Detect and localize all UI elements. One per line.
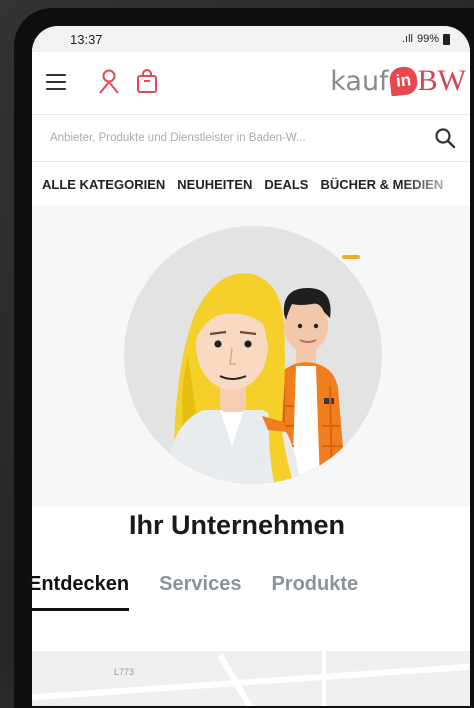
map-road (322, 651, 326, 706)
signal-icon: .ıll (401, 33, 413, 45)
confetti-decoration (342, 255, 360, 259)
people-illustration (164, 273, 346, 484)
category-item-alle-kategorien[interactable]: ALLE KATEGORIEN (42, 177, 165, 192)
tab-bar: Entdecken Services Produkte (28, 573, 358, 611)
tab-entdecken[interactable]: Entdecken (28, 573, 130, 611)
search-icon[interactable] (434, 127, 456, 149)
logo-text-in: in (388, 65, 419, 97)
page-title: Ihr Unternehmen (128, 510, 346, 540)
tab-produkte[interactable]: Produkte (271, 573, 358, 611)
app-header: kauf in BW (32, 52, 470, 114)
hamburger-menu-icon[interactable] (46, 74, 66, 90)
map-road-label: L773 (114, 667, 135, 677)
shopping-bag-icon[interactable] (136, 68, 158, 94)
logo-text-kauf: kauf (330, 65, 389, 97)
kaufinbw-logo[interactable]: kauf in BW (330, 64, 466, 98)
user-icon[interactable] (98, 68, 120, 94)
map-preview[interactable]: L773 (32, 651, 470, 706)
status-right: .ıll 99% (402, 33, 450, 45)
status-bar: 13:37 .ıll 99% (32, 26, 470, 52)
category-nav: ALLE KATEGORIEN NEUHEITEN DEALS BÜCHER &… (32, 162, 470, 206)
search-input[interactable] (48, 131, 392, 145)
battery-icon (443, 33, 450, 45)
tab-services[interactable]: Services (159, 573, 241, 611)
logo-text-bw: BW (417, 64, 466, 97)
map-road (32, 663, 470, 701)
status-time: 13:37 (70, 31, 103, 47)
search-bar (32, 114, 470, 162)
category-fade (400, 162, 470, 206)
category-item-deals[interactable]: DEALS (264, 177, 308, 192)
hero-section (32, 206, 470, 506)
category-item-neuheiten[interactable]: NEUHEITEN (177, 177, 252, 192)
battery-level: 99% (416, 33, 439, 45)
hero-illustration-circle (124, 226, 382, 484)
